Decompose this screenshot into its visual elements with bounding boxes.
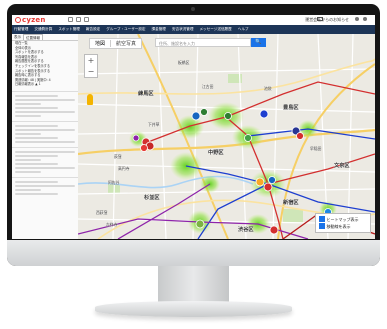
- tab-map[interactable]: 地図: [90, 40, 112, 47]
- list-item[interactable]: [15, 124, 58, 127]
- minor-place-label: 吉祥寺: [106, 222, 118, 227]
- place-label: 練馬区: [138, 91, 154, 97]
- monitor-stand-base: [95, 301, 292, 317]
- minor-place-label: 荻窪: [114, 154, 122, 159]
- heatmap-toggle[interactable]: ヒートマップ表示: [319, 216, 367, 223]
- sidebar: 表示 位置情報 現在一覧 全体の表示 スポットを表示する 写真報告を表示 報告履…: [12, 34, 79, 239]
- tab-satellite[interactable]: 航空写真: [111, 40, 141, 47]
- minor-place-label: 板橋区: [178, 60, 190, 65]
- place-label: 豊島区: [283, 105, 299, 111]
- tab-display[interactable]: 表示: [12, 34, 23, 40]
- sidebar-tabs: 表示 位置情報: [12, 34, 78, 41]
- place-label: 中野区: [208, 150, 224, 156]
- minor-place-label: 早稲田: [310, 146, 322, 151]
- minor-place-label: 池袋: [264, 86, 272, 91]
- map-search-input[interactable]: 住所、施設名を入力: [155, 38, 251, 47]
- list-item[interactable]: [15, 114, 42, 117]
- app-logo[interactable]: cyzen: [15, 16, 46, 24]
- list-item[interactable]: [15, 106, 58, 109]
- map-canvas: [78, 34, 375, 239]
- list-item[interactable]: [15, 94, 58, 97]
- list-item[interactable]: [15, 158, 42, 161]
- minor-place-label: 高円寺: [118, 166, 130, 171]
- list-item[interactable]: [15, 150, 75, 153]
- list-item[interactable]: [15, 180, 58, 183]
- menu-item-help[interactable]: ヘルプ: [238, 27, 249, 32]
- list-item[interactable]: [15, 154, 58, 157]
- menu-item-billing[interactable]: 課金管理: [152, 27, 166, 32]
- list-item[interactable]: [15, 98, 75, 101]
- list-item[interactable]: [15, 102, 42, 105]
- sidebar-list-block: [12, 146, 78, 173]
- minor-place-label: 阿佐谷: [108, 180, 120, 185]
- tab-location[interactable]: 位置情報: [23, 34, 43, 40]
- list-item[interactable]: [15, 166, 75, 169]
- map-type-tabs: 地図 航空写真: [89, 38, 143, 49]
- checkbox-icon[interactable]: [319, 223, 325, 229]
- route-toggle[interactable]: 移動線を表示: [319, 223, 367, 230]
- checkbox-icon[interactable]: [319, 216, 325, 222]
- sidebar-list-block: [12, 176, 78, 195]
- list-item[interactable]: [15, 192, 58, 195]
- user-icon[interactable]: [355, 17, 359, 21]
- list-item[interactable]: [15, 162, 58, 165]
- street-view-pegman-icon[interactable]: [87, 94, 93, 105]
- monitor-bezel: cyzen 運営会社からのお知らせ 行動管理 交通費計算 スポット管理 報告設定…: [7, 4, 380, 266]
- screen: cyzen 運営会社からのお知らせ 行動管理 交通費計算 スポット管理 報告設定…: [12, 15, 375, 239]
- webcam: [191, 7, 195, 11]
- menu-item-travel-cost[interactable]: 交通費計算: [34, 27, 52, 32]
- minor-place-label: 西荻窪: [96, 210, 108, 215]
- minor-place-label: 下井草: [148, 122, 160, 127]
- zoom-control: + −: [84, 54, 98, 78]
- menu-item-spot[interactable]: スポット管理: [58, 27, 80, 32]
- layer-legend: ヒートマップ表示 移動線を表示: [315, 213, 371, 233]
- menu-item-safety[interactable]: 安否状況管理: [172, 27, 194, 32]
- map-view[interactable]: 練馬区 中野区 杉並区 新宿区 文京区 豊島区 渋谷区 板橋区 高円寺 阿佐谷 …: [78, 34, 375, 239]
- sidebar-list-block: [12, 120, 78, 143]
- menu-item-messages[interactable]: メッセージ送信履歴: [199, 27, 231, 32]
- menu-item-report[interactable]: 報告設定: [86, 27, 100, 32]
- list-item[interactable]: [15, 140, 75, 143]
- menu-icon[interactable]: [363, 17, 367, 21]
- monitor-stand-neck: [158, 266, 229, 304]
- place-label: 新宿区: [283, 200, 299, 206]
- menu-item-group-user[interactable]: グループ・ユーザー設定: [106, 27, 145, 32]
- menu-item-activity[interactable]: 行動管理: [14, 27, 28, 32]
- search-button[interactable]: 🔍: [251, 38, 266, 47]
- settings-icon[interactable]: [84, 17, 89, 22]
- list-item[interactable]: [15, 170, 42, 173]
- river: [78, 175, 254, 189]
- place-label: 文京区: [334, 163, 350, 169]
- zoom-in-button[interactable]: +: [85, 55, 97, 66]
- notice-link[interactable]: 運営会社からのお知らせ: [305, 17, 349, 23]
- list-item[interactable]: [15, 128, 75, 131]
- list-item[interactable]: [15, 136, 58, 139]
- zoom-out-button[interactable]: −: [85, 66, 97, 77]
- back-icon[interactable]: [68, 17, 73, 22]
- logo-icon: [15, 17, 21, 23]
- main-menu: 行動管理 交通費計算 スポット管理 報告設定 グループ・ユーザー設定 課金管理 …: [12, 25, 375, 34]
- home-icon[interactable]: [76, 17, 81, 22]
- minor-place-label: 江古田: [202, 84, 214, 89]
- sidebar-list-block: [12, 90, 78, 117]
- list-item[interactable]: [15, 188, 42, 191]
- list-item[interactable]: [15, 110, 75, 113]
- sidebar-item[interactable]: 日報情報表示 ▲ 1: [12, 82, 78, 87]
- place-label: 杉並区: [144, 195, 160, 201]
- park: [283, 209, 303, 223]
- list-item[interactable]: [15, 184, 75, 187]
- place-label: 渋谷区: [238, 227, 254, 233]
- list-item[interactable]: [15, 132, 42, 135]
